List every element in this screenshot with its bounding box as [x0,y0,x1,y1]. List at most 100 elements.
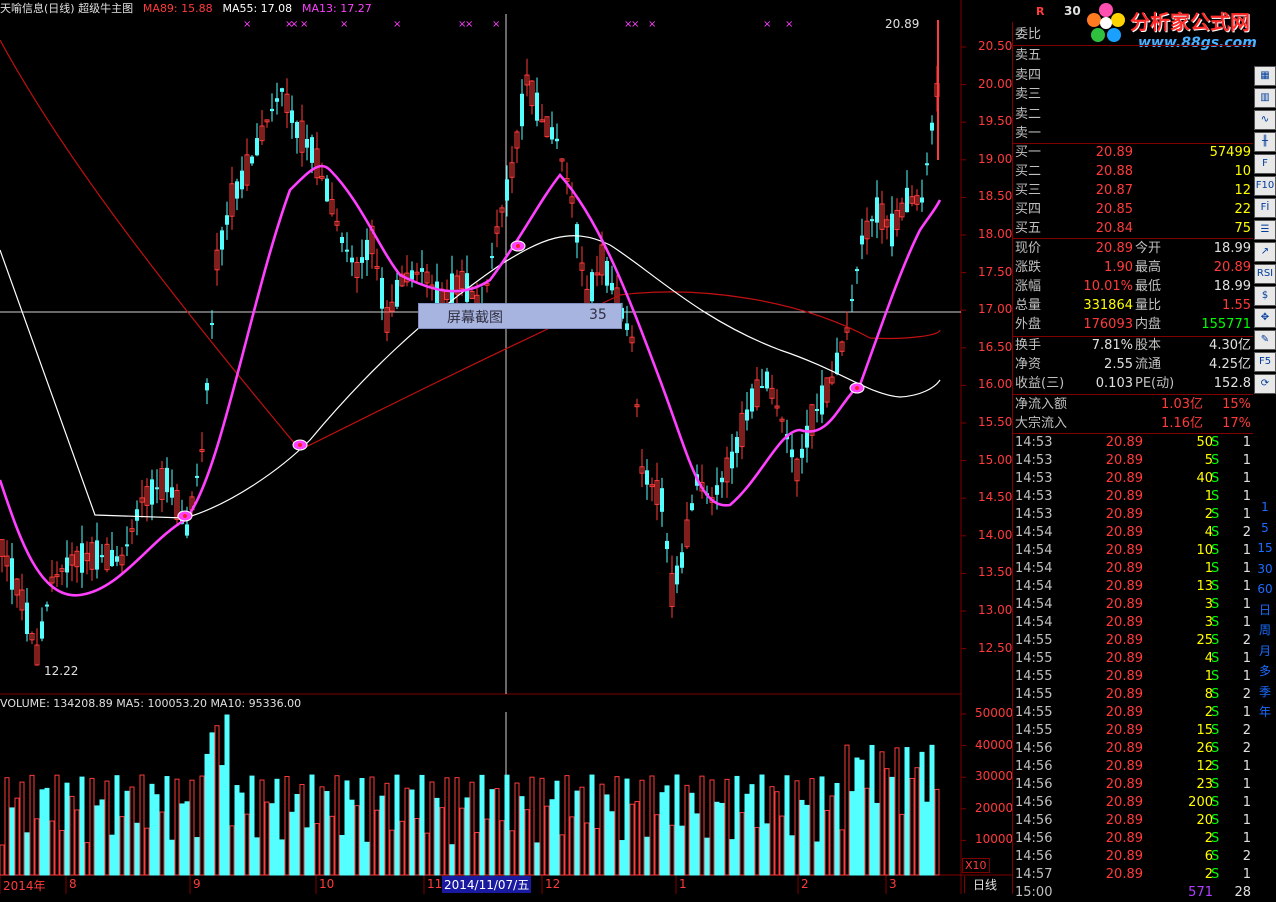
buy-price: 20.89 [1095,145,1133,160]
last-volume: 571 [1188,885,1213,900]
screenshot-popup[interactable]: 屏幕截图 35 [418,303,622,329]
candle-down [185,524,189,536]
price-tick-label: 13.50 [978,565,1013,580]
candle-down [410,270,414,280]
volume-bar [584,822,590,876]
volume-bar [189,779,195,876]
tick-side: S [1211,669,1220,684]
period-button[interactable]: 季 [1254,683,1276,702]
candle-down [275,98,279,102]
volume-bar [84,842,90,876]
fund-label: 收益(三) [1015,376,1065,391]
period-button[interactable]: 5 [1254,519,1276,538]
tick-time: 14:55 [1015,669,1053,684]
fiz-icon[interactable]: Fİ [1254,198,1276,218]
candle-down [210,323,214,326]
top-signal-x: × [393,19,401,30]
tick-time: 14:56 [1015,777,1053,792]
volume-bar [464,797,470,876]
volume-bar [229,825,235,876]
volume-bar [799,799,805,876]
flow-value: 1.03亿 [1161,397,1203,412]
tick-price: 20.89 [1105,435,1143,450]
candle-down [745,409,749,421]
volume-bar [394,774,400,876]
volume-bar [839,829,845,876]
period-button[interactable]: 周 [1254,621,1276,640]
money-icon[interactable]: $ [1254,286,1276,306]
tick-volume: 200 [1188,795,1213,810]
volume-bar [639,779,645,876]
f5-icon[interactable]: F5 [1254,352,1276,372]
bars-icon[interactable]: ▥ [1254,88,1276,108]
volume-bar [149,783,155,876]
candle-down [760,386,764,389]
period-button[interactable]: 月 [1254,642,1276,661]
period-button[interactable]: 15 [1254,539,1276,558]
tick-count: 1 [1242,795,1251,810]
tick-row: 14:53 20.89 5 S 1 [1015,452,1253,470]
tick-side: S [1211,795,1220,810]
candle-down [110,549,114,567]
volume-unit: X10 [962,858,990,873]
list-icon[interactable]: ☰ [1254,220,1276,240]
tick-time-partial: 15:00 [1015,885,1053,900]
move-icon[interactable]: ✥ [1254,308,1276,328]
f10-icon[interactable]: F10 [1254,176,1276,196]
tick-time: 14:54 [1015,597,1053,612]
date-tick-label: 12 [545,877,561,891]
tick-time: 14:56 [1015,741,1053,756]
candle-down [930,122,934,131]
cursor-date: 2014/11/07/五 [442,876,532,893]
tick-side: S [1211,633,1220,648]
volume-bar [319,786,325,876]
period-button[interactable]: 日 [1254,601,1276,620]
candle-down [135,509,139,521]
fin-icon[interactable]: F [1254,154,1276,174]
period-button[interactable]: 1 [1254,498,1276,517]
tick-side: S [1211,561,1220,576]
candle-down [380,277,384,309]
volume-bar [294,794,300,876]
period-button[interactable]: 30 [1254,560,1276,579]
candle-icon[interactable]: ╫ [1254,132,1276,152]
line-chart-icon[interactable]: ∿ [1254,110,1276,130]
popup-number: 35 [589,307,607,323]
period-button[interactable]: 年 [1254,703,1276,722]
arrow-icon[interactable]: ↗ [1254,242,1276,262]
flow-row: 净流入额 1.03亿 15% [1015,396,1253,414]
tick-side: S [1211,705,1220,720]
period-button[interactable]: 多 [1254,662,1276,681]
tick-time: 14:55 [1015,633,1053,648]
fund-value-2: 4.25亿 [1209,357,1251,372]
grid-icon[interactable]: ▦ [1254,66,1276,86]
pencil-icon[interactable]: ✎ [1254,330,1276,350]
volume-bar [194,837,200,876]
period-label[interactable]: 日线 [964,876,1013,893]
tick-time: 14:56 [1015,849,1053,864]
tick-price: 20.89 [1105,723,1143,738]
candle-down [155,487,159,490]
candlestick-chart[interactable]: × ×× × × × ×× × ×× × × × [0,0,1013,894]
candle-down [735,437,739,453]
candle-down [165,467,169,493]
volume-bar [534,842,540,876]
refresh-icon[interactable]: ⟳ [1254,374,1276,394]
sell-row: 卖四 [1015,67,1253,85]
tick-time: 14:53 [1015,489,1053,504]
tick-row: 14:55 20.89 25 S 2 [1015,632,1253,650]
candle-down [310,137,314,163]
volume-bar [414,818,420,876]
volume-bar [159,811,165,876]
candle-down [925,163,929,166]
period-button[interactable]: 60 [1254,580,1276,599]
tick-price: 20.89 [1105,543,1143,558]
rsi-icon[interactable]: RSI [1254,264,1276,284]
r-marker: R [1036,5,1045,18]
top-signal-x: × [300,19,308,30]
stat-row: 总量 331864 量比 1.55 [1015,297,1253,315]
candle-down [610,282,614,291]
fund-value: 0.103 [1095,376,1133,391]
volume-bar [634,801,640,876]
candle-down [520,93,524,127]
